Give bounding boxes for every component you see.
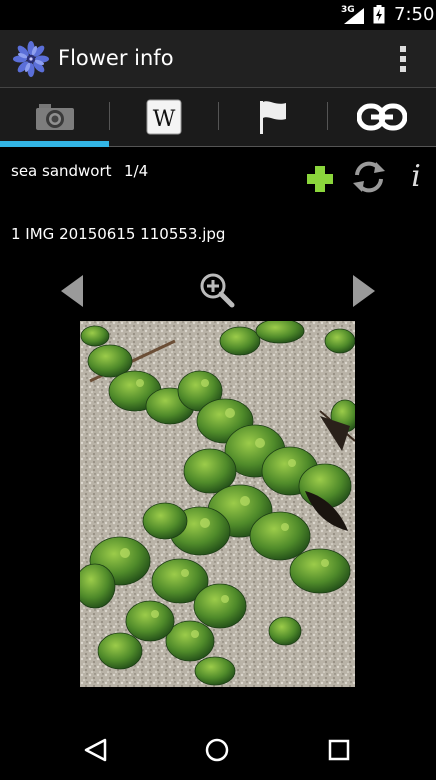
signal-icon: [344, 8, 364, 24]
home-icon[interactable]: [204, 737, 230, 763]
action-bar: Flower info: [0, 30, 436, 87]
app-title: Flower info: [58, 46, 174, 70]
overflow-menu-icon[interactable]: [388, 42, 418, 76]
battery-icon: [373, 5, 385, 24]
previous-arrow-icon[interactable]: [59, 273, 85, 309]
recent-apps-icon[interactable]: [327, 738, 351, 762]
tab-location[interactable]: [218, 88, 327, 146]
tab-wikipedia[interactable]: W: [109, 88, 218, 146]
image-filename: 1 IMG 20150615 110553.jpg: [11, 225, 226, 243]
tab-photos[interactable]: [0, 88, 109, 147]
back-icon[interactable]: [83, 737, 109, 763]
photo-counter: 1/4: [124, 162, 149, 180]
flower-name: sea sandwort: [11, 162, 112, 180]
flag-icon: [259, 101, 286, 134]
tab-bar: W: [0, 88, 436, 147]
next-arrow-icon[interactable]: [351, 273, 377, 309]
flower-photo[interactable]: [80, 321, 355, 687]
zoom-in-icon[interactable]: [199, 272, 235, 308]
svg-text:W: W: [152, 107, 175, 132]
cornflower-logo-icon[interactable]: [13, 41, 49, 77]
refresh-icon[interactable]: [352, 160, 386, 194]
plus-icon[interactable]: [306, 165, 334, 193]
tab-selected-indicator: [0, 141, 109, 147]
link-icon: [356, 103, 407, 131]
status-bar: 3G 7:50: [0, 0, 436, 30]
sea-sandwort-image: [80, 321, 355, 687]
clock: 7:50: [394, 4, 435, 25]
info-icon[interactable]: i: [405, 160, 427, 194]
tab-links[interactable]: [327, 88, 436, 146]
camera-icon: [35, 104, 74, 130]
system-nav-bar: [0, 720, 436, 780]
wikipedia-icon: W: [146, 99, 181, 135]
